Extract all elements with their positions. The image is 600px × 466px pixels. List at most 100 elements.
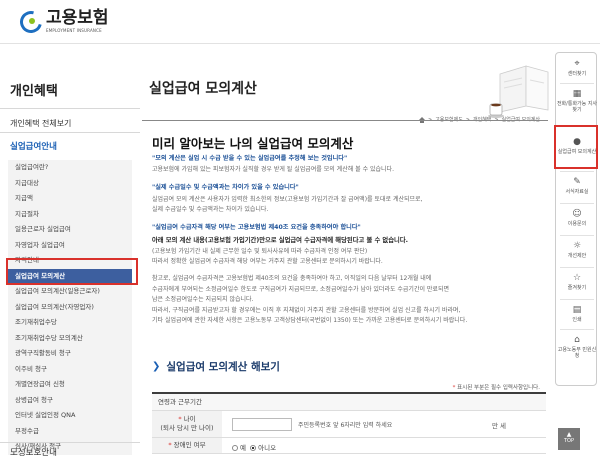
quick-item-branch[interactable]: ▦ 전화/통화가능 지사찾기 [556,89,598,113]
quick-item-forms[interactable]: ✎ 서식자료실 [556,177,598,195]
page-title: 실업급여 모의계산 [149,81,257,97]
lnb-item[interactable]: 자영업자 실업급여 [8,238,132,254]
lnb-item[interactable]: 일용근로자 실업급여 [8,222,132,238]
divider [0,132,140,133]
info-text: 실제 수급일수 및 수급액과는 차이가 있습니다. [152,206,269,213]
lnb-item[interactable]: 지급액 [8,191,132,207]
quick-item-favorite[interactable]: ☆ 즐겨찾기 [556,273,598,291]
birthdate-hint: 주민등록번호 앞 6자리만 입력 하세요 [298,422,393,429]
lnb-item[interactable]: 실업급여 모의계산(자영업자) [8,300,132,316]
lnb-item[interactable]: 지급대상 [8,176,132,192]
lightbulb-icon: ☼ [572,241,582,251]
info-text: (고용보험 가입기간 내 실제 근무한 일수 및 퇴사사유에 따라 수급자격 인… [152,248,368,255]
section-title: 미리 알아보는 나의 실업급여 모의계산 [152,136,354,151]
age-label: 나이 [183,415,196,423]
quick-item-label: 인쇄 [572,317,582,323]
form-row-age: * 나이 (퇴사 당시 만 나이) 주민등록번호 앞 6자리만 입력 하세요 만… [152,411,546,438]
site-logo[interactable]: 고용보험 EMPLOYMENT INSURANCE [15,6,109,38]
site-header: 고용보험 EMPLOYMENT INSURANCE [0,0,600,44]
quick-menu-panel: ⌖ 센터찾기 ▦ 전화/통화가능 지사찾기 ● 실업급여 모의계산 ✎ 서식자료… [555,52,597,386]
logo-subtitle: EMPLOYMENT INSURANCE [46,27,102,33]
lnb-item[interactable]: 실업급여란? [8,160,132,176]
info-text: 고용보험에 가입해 있는 피보험자가 실직할 경우 받게 될 실업급여를 모의 … [152,166,394,173]
lnb-item[interactable]: 부정수급 [8,424,132,440]
info-text: 남은 소정급여일수는 지급되지 않습니다. [152,296,254,303]
highlight-box-right [554,125,598,169]
star-icon: ☆ [572,273,582,283]
required-note: * 표시된 부분은 필수 입력사항입니다. [452,385,540,391]
quick-item-suggest[interactable]: ☼ 개선제안 [556,241,598,259]
form-group-label: 연령과 근무기간 [152,394,546,410]
lnb-item[interactable]: 지급절차 [8,207,132,223]
chevron-right-icon: ❯ [152,361,161,372]
lnb-menu-list: 실업급여란? 지급대상 지급액 지급절차 일용근로자 실업급여 자영업자 실업급… [8,160,132,455]
quick-item-print[interactable]: ▤ 인쇄 [556,305,598,323]
divider [142,120,548,121]
divider [0,442,140,443]
quick-item-center[interactable]: ⌖ 센터찾기 [556,59,598,77]
disability-radio-group: 예 아니오 [232,442,276,452]
lnb-item[interactable]: 조기재취업수당 모의계산 [8,331,132,347]
scroll-top-button[interactable]: ▲ TOP [558,428,580,450]
lnb-item[interactable]: 개별연장급여 신청 [8,377,132,393]
document-icon: ✎ [573,177,581,187]
highlight-box-left [6,258,138,285]
lnb-item[interactable]: 실업급여 모의계산(일용근로자) [8,284,132,300]
radio-no[interactable] [250,445,257,451]
calc-title-text: 실업급여 모의계산 해보기 [166,361,280,373]
form-group-row: 연령과 근무기간 [152,394,546,411]
lnb-item[interactable]: 이주비 청구 [8,362,132,378]
lnb-item[interactable]: 인터넷 실업인정 QNA [8,408,132,424]
form-row-disability: * 장애인 여부 예 아니오 [152,438,546,454]
printer-icon: ▤ [572,305,582,315]
disability-label-cell: * 장애인 여부 [152,438,222,453]
info-text-emphasis: 아래 모의 계산 내용(고용보험 가입기간)만으로 실업급여 수급자격에 해당된… [152,237,409,244]
lnb-item[interactable]: 조기재취업수당 [8,315,132,331]
logo-mark-icon [15,6,47,38]
calc-section-title: ❯ 실업급여 모의계산 해보기 [152,359,280,374]
info-text: 기타 실업급여에 관한 자세한 사항은 고용노동부 고객상담센터(국번없이 13… [152,317,468,324]
quick-menu: ⌖ 센터찾기 ▦ 전화/통화가능 지사찾기 ● 실업급여 모의계산 ✎ 서식자료… [553,44,600,466]
main-content: 실업급여 모의계산 > 고용보험제도 > 개인혜택 > 실업급여 모의계산 미리… [142,44,550,466]
info-heading: "실업급여 수급자격 해당 여부는 고용보험법 제40조 요건을 충족하여야 합… [152,224,361,231]
quick-item-label: 전화/통화가능 지사찾기 [556,101,598,113]
disability-label: 장애인 여부 [173,441,206,449]
info-heading: "실제 수급일수 및 수급액과는 차이가 있을 수 있습니다" [152,184,299,191]
location-pin-icon: ⌖ [574,59,580,69]
quick-item-label: 이용문의 [567,221,587,227]
radio-no-label: 아니오 [258,444,277,452]
page: 고용보험 EMPLOYMENT INSURANCE 개인혜택 개인혜택 전체보기… [0,0,600,466]
divider [0,108,140,109]
lnb-item[interactable]: 광역구직활동비 청구 [8,346,132,362]
quick-item-label: 고용노동부 민원신청 [557,347,597,359]
required-note-text: 표시된 부분은 필수 입력사항입니다. [457,385,540,391]
info-text: 참고로, 실업급여 수급자격은 고용보험법 제40조의 요건을 충족하여야 하고… [152,275,432,282]
info-text: 수급자에게 부여되는 소정급여일수 한도로 구직급여가 지급되므로, 소정급여일… [152,286,449,293]
age-label-cell: * 나이 (퇴사 당시 만 나이) [152,411,222,437]
left-navigation: 개인혜택 개인혜택 전체보기 실업급여안내 실업급여란? 지급대상 지급액 지급… [0,44,140,466]
logo-title: 고용보험 [46,7,109,28]
birthdate-input[interactable] [232,418,292,431]
top-label: TOP [563,438,574,444]
map-icon: ▦ [572,89,582,99]
info-text: 따라서, 구직급여를 지급받고자 할 경우에는 이직 후 지체없이 거주지 관할… [152,307,461,314]
lnb-all-link[interactable]: 개인혜택 전체보기 [10,118,71,129]
lnb-title: 개인혜택 [10,84,58,99]
quick-item-inquiry[interactable]: ☺ 이용문의 [556,209,598,227]
brochure-illustration-icon [488,65,549,118]
building-icon: ⌂ [574,335,580,345]
quick-item-label: 즐겨찾기 [567,285,587,291]
age-sublabel: (퇴사 당시 만 나이) [160,424,214,432]
info-heading: "모의 계산은 실업 시 수급 받을 수 있는 실업급여를 추정해 보는 것입니… [152,155,348,162]
lnb-item[interactable]: 상병급여 청구 [8,393,132,409]
quick-item-ministry[interactable]: ⌂ 고용노동부 민원신청 [556,335,598,359]
info-text: 실업급여 모의 계산은 사용자가 입력한 최소한의 정보(고용보험 가입기간과 … [152,196,423,203]
quick-item-label: 개선제안 [567,253,587,259]
age-unit: 만 세 [492,422,507,430]
radio-yes[interactable] [232,445,238,451]
quick-item-label: 서식자료실 [565,189,589,195]
lnb-group-label[interactable]: 실업급여안내 [10,140,57,152]
quick-item-label: 센터찾기 [567,71,587,77]
lnb-maternity-link[interactable]: 모성보호안내 [10,446,57,458]
radio-yes-label: 예 [240,444,246,452]
